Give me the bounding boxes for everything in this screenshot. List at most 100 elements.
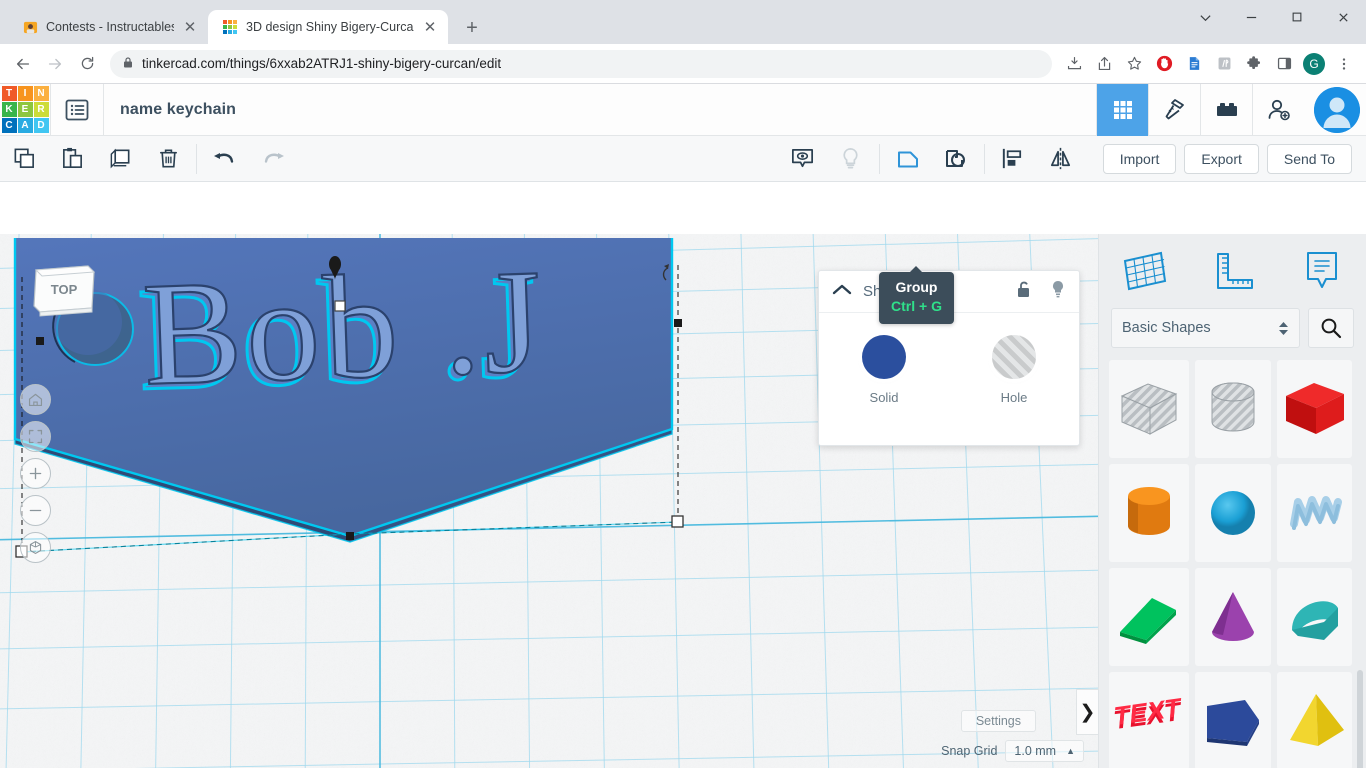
- shape-item-wedge[interactable]: [1109, 568, 1189, 666]
- extensions-puzzle-icon[interactable]: [1240, 50, 1268, 78]
- tinkercad-logo[interactable]: T I N K E R C A D: [0, 84, 50, 136]
- sidepanel-icon[interactable]: [1270, 50, 1298, 78]
- extension-grey-icon[interactable]: [1210, 50, 1238, 78]
- adblock-icon[interactable]: [1150, 50, 1178, 78]
- solid-option[interactable]: Solid: [862, 335, 906, 405]
- snap-grid-select[interactable]: 1.0 mm ▲: [1005, 740, 1084, 762]
- close-icon[interactable]: [1320, 0, 1366, 34]
- shapes-scrollbar[interactable]: [1357, 670, 1363, 768]
- workplane-icon[interactable]: [1114, 243, 1174, 299]
- unlock-icon[interactable]: [1015, 279, 1033, 304]
- caret-up-icon: ▲: [1066, 746, 1075, 756]
- settings-button[interactable]: Settings: [961, 710, 1036, 732]
- delete-trash-icon[interactable]: [144, 136, 192, 182]
- tooltip-shortcut: Ctrl + G: [891, 297, 942, 316]
- lightbulb-icon[interactable]: [827, 136, 875, 182]
- window-controls: [1182, 0, 1366, 34]
- search-icon[interactable]: [1308, 308, 1354, 348]
- project-list-icon[interactable]: [51, 97, 103, 123]
- browser-tab-2[interactable]: 3D design Shiny Bigery-Curcan | ✕: [208, 10, 448, 44]
- shape-item-cone[interactable]: [1195, 568, 1271, 666]
- share-icon[interactable]: [1090, 50, 1118, 78]
- hole-swatch[interactable]: [992, 335, 1036, 379]
- view-cube[interactable]: TOP: [28, 262, 100, 324]
- export-button[interactable]: Export: [1184, 144, 1258, 174]
- bookmark-star-icon[interactable]: [1120, 50, 1148, 78]
- lightbulb-icon[interactable]: [1049, 279, 1067, 304]
- tinkercad-app: T I N K E R C A D name keychain: [0, 84, 1366, 768]
- tab-close-icon[interactable]: ✕: [182, 20, 198, 35]
- maximize-icon[interactable]: [1274, 0, 1320, 34]
- copy-icon[interactable]: [0, 136, 48, 182]
- back-icon[interactable]: [8, 49, 38, 79]
- shape-category-select[interactable]: Basic Shapes: [1111, 308, 1300, 348]
- new-tab-button[interactable]: +: [458, 18, 486, 38]
- solid-swatch[interactable]: [862, 335, 906, 379]
- minimize-all-icon[interactable]: [1182, 0, 1228, 34]
- zoom-in-icon[interactable]: [20, 458, 51, 489]
- codeblocks-hammer-icon[interactable]: [1148, 84, 1200, 136]
- paste-icon[interactable]: [48, 136, 96, 182]
- shape-item-polygon[interactable]: [1195, 672, 1271, 768]
- downloads-icon[interactable]: [1060, 50, 1088, 78]
- profile-avatar[interactable]: G: [1300, 50, 1328, 78]
- shape-item-box[interactable]: [1277, 360, 1352, 458]
- shapes-grid: TEXTTEXT: [1099, 360, 1366, 768]
- notes-icon[interactable]: [1292, 243, 1352, 299]
- three-dot-menu-icon[interactable]: [1330, 50, 1358, 78]
- sidebar-tools: [1099, 234, 1366, 308]
- shape-item-roof[interactable]: [1277, 568, 1352, 666]
- reload-icon[interactable]: [72, 49, 102, 79]
- home-view-icon[interactable]: [20, 384, 51, 415]
- address-bar[interactable]: tinkercad.com/things/6xxab2ATRJ1-shiny-b…: [110, 50, 1052, 78]
- blocks-brick-icon[interactable]: [1200, 84, 1252, 136]
- shape-item-sphere[interactable]: [1195, 464, 1271, 562]
- shape-item-scribble[interactable]: [1277, 464, 1352, 562]
- avatar[interactable]: [1314, 87, 1360, 133]
- orthographic-view-icon[interactable]: [20, 532, 51, 563]
- undo-icon[interactable]: [201, 136, 249, 182]
- minimize-icon[interactable]: [1228, 0, 1274, 34]
- duplicate-icon[interactable]: [96, 136, 144, 182]
- shape-item-cylinder[interactable]: [1109, 464, 1189, 562]
- edit-toolbar-mid: [779, 136, 1085, 182]
- zoom-out-icon[interactable]: [20, 495, 51, 526]
- docs-icon[interactable]: [1180, 50, 1208, 78]
- rotate-arrows-icon[interactable]: [475, 764, 509, 768]
- chevron-up-icon[interactable]: [831, 282, 853, 301]
- shape-item-text[interactable]: TEXTTEXT: [1109, 672, 1189, 768]
- tinkercad-icon: [222, 19, 238, 35]
- browser-tab-1[interactable]: Contests - Instructables ✕: [8, 10, 208, 44]
- align-icon[interactable]: [989, 136, 1037, 182]
- divider: [196, 144, 197, 174]
- tab-close-icon[interactable]: ✕: [422, 20, 438, 35]
- send-to-button[interactable]: Send To: [1267, 144, 1352, 174]
- shape-item-box-hole[interactable]: [1109, 360, 1189, 458]
- apps-grid-icon[interactable]: [1096, 84, 1148, 136]
- group-icon[interactable]: [884, 136, 932, 182]
- browser-tab-title: 3D design Shiny Bigery-Curcan |: [246, 20, 414, 34]
- resize-handle: [672, 516, 683, 527]
- import-button[interactable]: Import: [1103, 144, 1177, 174]
- ungroup-icon[interactable]: [932, 136, 980, 182]
- hole-option[interactable]: Hole: [992, 335, 1036, 405]
- invite-person-icon[interactable]: [1252, 84, 1304, 136]
- show-hide-eye-icon[interactable]: [779, 136, 827, 182]
- height-handle: [335, 301, 345, 311]
- app-header-actions: [1096, 84, 1366, 136]
- logo-letter: A: [18, 118, 33, 133]
- logo-letter: T: [2, 86, 17, 101]
- mirror-flip-icon[interactable]: [1037, 136, 1085, 182]
- forward-icon[interactable]: [40, 49, 70, 79]
- fit-to-view-icon[interactable]: [20, 421, 51, 452]
- lock-icon: [122, 56, 134, 72]
- page-title[interactable]: name keychain: [104, 101, 236, 119]
- sidebar-collapse-handle[interactable]: ❯: [1076, 689, 1098, 735]
- shape-item-cylinder-hole[interactable]: [1195, 360, 1271, 458]
- group-tooltip: Group Ctrl + G: [879, 272, 954, 324]
- logo-letter: I: [18, 86, 33, 101]
- shapes-sidebar: Basic Shapes: [1098, 234, 1366, 768]
- ruler-icon[interactable]: [1203, 243, 1263, 299]
- shape-item-pyramid[interactable]: [1277, 672, 1352, 768]
- redo-icon[interactable]: [249, 136, 297, 182]
